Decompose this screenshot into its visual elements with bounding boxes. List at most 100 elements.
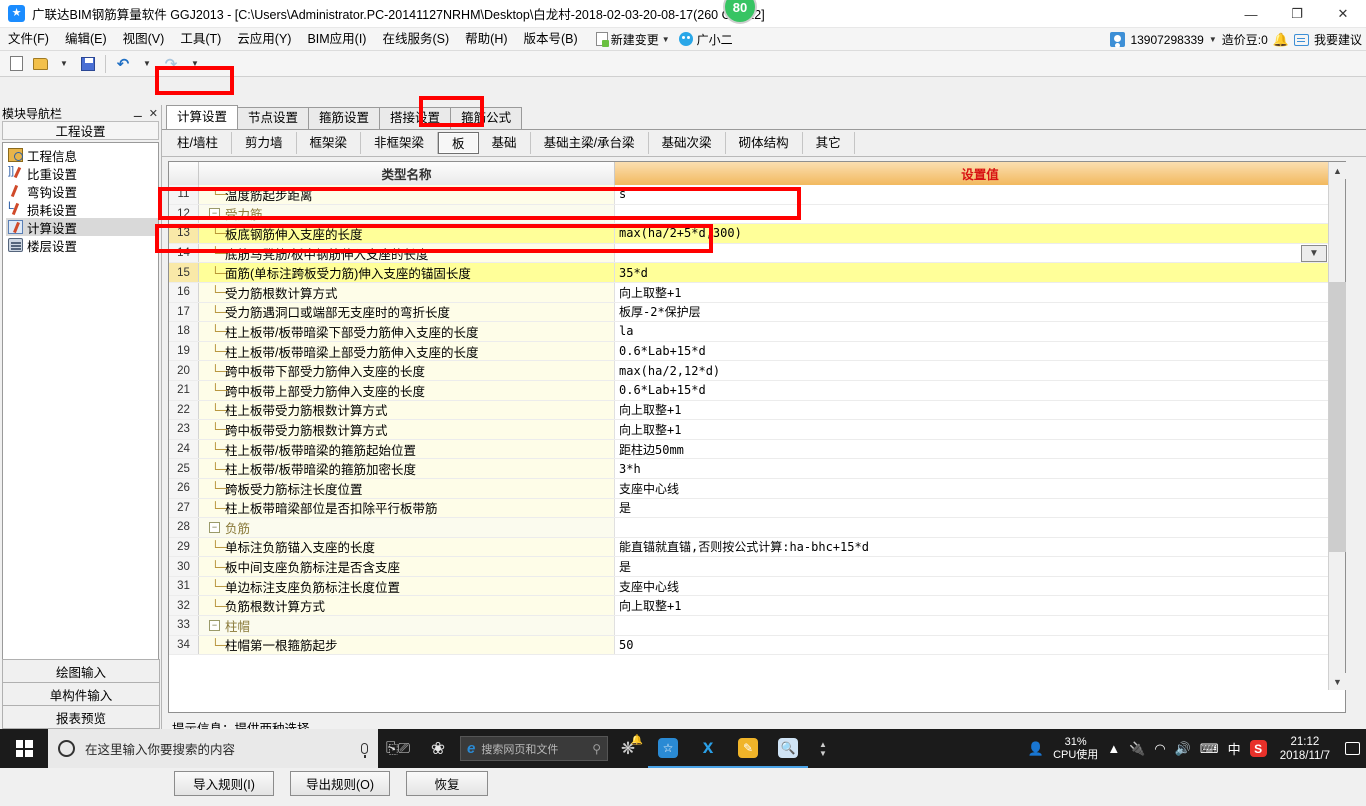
bell-icon[interactable]: 🔔 (1273, 32, 1289, 48)
row-type-name[interactable]: − 柱帽 (199, 616, 615, 635)
row-setting-value[interactable]: 板厚-2*保护层 (615, 302, 1345, 322)
row-type-name[interactable]: └─ 板中间支座负筋标注是否含支座 (199, 557, 615, 576)
row-setting-value[interactable] (615, 204, 1345, 224)
people-icon[interactable]: 👤 (1028, 741, 1044, 757)
row-type-name[interactable]: └─ 受力筋遇洞口或端部无支座时的弯折长度 (199, 302, 615, 322)
row-type-name[interactable]: └─ 柱上板带受力筋根数计算方式 (199, 400, 615, 420)
table-row[interactable]: 22 └─ 柱上板带受力筋根数计算方式 向上取整+1 (169, 400, 1345, 421)
tab-other[interactable]: 其它 (803, 132, 855, 154)
row-type-name[interactable]: └─ 受力筋根数计算方式 (199, 282, 615, 302)
row-setting-value[interactable] (615, 616, 1345, 635)
tab-node-settings[interactable]: 节点设置 (237, 107, 310, 129)
collapse-minus-icon[interactable]: − (209, 619, 220, 631)
row-type-name[interactable]: └─ 柱上板带/板带暗梁下部受力筋伸入支座的长度 (199, 322, 615, 341)
export-rules-button[interactable]: 导出规则(O) (290, 771, 390, 796)
table-row[interactable]: 17 └─ 受力筋遇洞口或端部无支座时的弯折长度 板厚-2*保护层 (169, 302, 1345, 323)
row-setting-value[interactable]: 35*d (615, 263, 1345, 282)
row-type-name[interactable]: └─ 柱上板带/板带暗梁的箍筋加密长度 (199, 459, 615, 478)
taskbar-app-notes[interactable]: ✎ (728, 729, 768, 768)
table-row[interactable]: 28− 负筋 (169, 518, 1345, 538)
account-phone[interactable]: 13907298339 (1130, 33, 1203, 47)
table-row[interactable]: 20 └─ 跨中板带下部受力筋伸入支座的长度 max(ha/2,12*d) (169, 361, 1345, 381)
tab-lap-settings[interactable]: 搭接设置 (379, 107, 452, 129)
tab-foundation-secondary-beam[interactable]: 基础次梁 (649, 132, 726, 154)
row-type-name[interactable]: − 负筋 (199, 518, 615, 537)
ie-search-box[interactable]: e 搜索网页和文件 ⚲ (460, 736, 608, 761)
row-type-name[interactable]: └─ 板底钢筋伸入支座的长度 (199, 224, 615, 243)
close-icon[interactable]: ✕ (149, 107, 158, 120)
table-row[interactable]: 25 └─ 柱上板带/板带暗梁的箍筋加密长度 3*h (169, 459, 1345, 479)
table-row[interactable]: 19 └─ 柱上板带/板带暗梁上部受力筋伸入支座的长度 0.6*Lab+15*d (169, 341, 1345, 362)
table-row[interactable]: 30 └─ 板中间支座负筋标注是否含支座是 (169, 557, 1345, 577)
open-dropdown-button[interactable]: ▼ (53, 53, 75, 75)
grid-vertical-scrollbar[interactable]: ▲ ▼ (1328, 162, 1346, 690)
table-row[interactable]: 31 └─ 单边标注支座负筋标注长度位置 支座中心线 (169, 576, 1345, 597)
tab-non-frame-beam[interactable]: 非框架梁 (361, 132, 439, 154)
row-setting-value[interactable]: 向上取整+1 (615, 282, 1345, 302)
collapse-minus-icon[interactable]: − (209, 208, 220, 220)
chevron-down-icon[interactable]: ▼ (819, 749, 827, 758)
volume-icon[interactable]: 🔊 (1175, 741, 1191, 757)
table-row[interactable]: 12− 受力筋 (169, 204, 1345, 225)
menu-bim[interactable]: BIM应用(I) (299, 28, 374, 51)
menu-version[interactable]: 版本号(B) (516, 28, 586, 51)
scrollbar-thumb[interactable] (1329, 282, 1346, 552)
sidebar-item-calc-settings[interactable]: 计算设置 (6, 218, 158, 236)
row-setting-value[interactable]: 0.6*Lab+15*d (615, 341, 1345, 361)
battery-icon[interactable]: 🔌 (1129, 741, 1145, 757)
row-type-name[interactable]: └─ 负筋根数计算方式 (199, 596, 615, 616)
row-setting-value[interactable]: 向上取整+1 (615, 400, 1345, 420)
table-row[interactable]: 24 └─ 柱上板带/板带暗梁的箍筋起始位置 距柱边50mm (169, 439, 1345, 460)
microphone-icon[interactable] (361, 743, 368, 758)
account-chevron-down-icon[interactable]: ▼ (1209, 35, 1217, 44)
menu-edit[interactable]: 编辑(E) (57, 28, 115, 51)
row-setting-value[interactable]: 向上取整+1 (615, 420, 1345, 439)
sidebar-item-weight-settings[interactable]: 比重设置 (6, 164, 158, 182)
table-row[interactable]: 13 └─ 板底钢筋伸入支座的长度 max(ha/2+5*d,300) (169, 224, 1345, 244)
table-row[interactable]: 27 └─ 柱上板带暗梁部位是否扣除平行板带筋是 (169, 498, 1345, 519)
table-row[interactable]: 21 └─ 跨中板带上部受力筋伸入支座的长度 0.6*Lab+15*d (169, 380, 1345, 401)
keyboard-icon[interactable]: ⌨ (1200, 741, 1219, 757)
taskbar-app-browser[interactable]: x (688, 729, 728, 768)
sidebar-item-loss-settings[interactable]: 损耗设置 (6, 200, 158, 218)
chevron-up-icon[interactable]: ▲ (819, 740, 827, 749)
row-setting-value[interactable]: max(ha/2+5*d,300) (615, 224, 1345, 243)
import-rules-button[interactable]: 导入规则(I) (174, 771, 274, 796)
row-setting-value[interactable]: 0.6*Lab+15*d (615, 380, 1345, 400)
row-type-name[interactable]: └─ 跨板受力筋标注长度位置 (199, 478, 615, 498)
row-type-name[interactable]: └─ 单标注负筋锚入支座的长度 (199, 537, 615, 557)
menu-help[interactable]: 帮助(H) (457, 28, 515, 51)
table-row[interactable]: 15 └─ 面筋(单标注跨板受力筋)伸入支座的锚固长度 35*d (169, 263, 1345, 283)
menu-tools[interactable]: 工具(T) (172, 28, 229, 51)
row-setting-value[interactable]: 支座中心线 (615, 576, 1345, 596)
tab-foundation[interactable]: 基础 (479, 132, 531, 154)
table-row[interactable]: 18 └─ 柱上板带/板带暗梁下部受力筋伸入支座的长度 la (169, 322, 1345, 342)
row-setting-value[interactable]: 能直锚就直锚,否则按公式计算:ha-bhc+15*d (615, 537, 1345, 557)
minimize-button[interactable]: — (1228, 0, 1274, 28)
row-type-name[interactable]: └─ 柱上板带/板带暗梁的箍筋起始位置 (199, 439, 615, 459)
menu-view[interactable]: 视图(V) (115, 28, 173, 51)
new-file-button[interactable] (5, 53, 27, 75)
collapse-minus-icon[interactable]: − (209, 521, 220, 533)
tab-foundation-main-beam[interactable]: 基础主梁/承台梁 (531, 132, 649, 154)
suggest-label[interactable]: 我要建议 (1314, 31, 1362, 48)
row-setting-value[interactable]: 3*h (615, 459, 1345, 478)
row-type-name[interactable]: └─ 柱上板带暗梁部位是否扣除平行板带筋 (199, 498, 615, 518)
row-type-name[interactable]: └─ 柱上板带/板带暗梁上部受力筋伸入支座的长度 (199, 341, 615, 361)
row-setting-value[interactable]: la (615, 322, 1345, 341)
sidebar-item-project-info[interactable]: 工程信息 (6, 146, 158, 164)
table-row[interactable]: 23 └─ 跨中板带受力筋根数计算方式 向上取整+1 (169, 420, 1345, 440)
taskbar-app-spiral[interactable]: ❋ 🔔 (608, 729, 648, 768)
tab-calculation-settings[interactable]: 计算设置 (166, 105, 239, 129)
new-change-button[interactable]: 新建变更 ▼ (592, 31, 674, 48)
taskbar-search-box[interactable]: 在这里输入你要搜索的内容 (48, 729, 378, 768)
assistant-button[interactable]: 广小二 (674, 31, 738, 48)
menu-file[interactable]: 文件(F) (0, 28, 57, 51)
taskbar-app-viewer[interactable]: 🔍 (768, 729, 808, 768)
sidebar-item-floor-settings[interactable]: 楼层设置 (6, 236, 158, 254)
notification-center-icon[interactable] (1345, 742, 1360, 755)
sidebar-item-hook-settings[interactable]: 弯钩设置 (6, 182, 158, 200)
taskbar-clock[interactable]: 21:12 2018/11/7 (1280, 735, 1330, 763)
menu-online-service[interactable]: 在线服务(S) (374, 28, 457, 51)
report-preview-button[interactable]: 报表预览 (2, 705, 160, 729)
